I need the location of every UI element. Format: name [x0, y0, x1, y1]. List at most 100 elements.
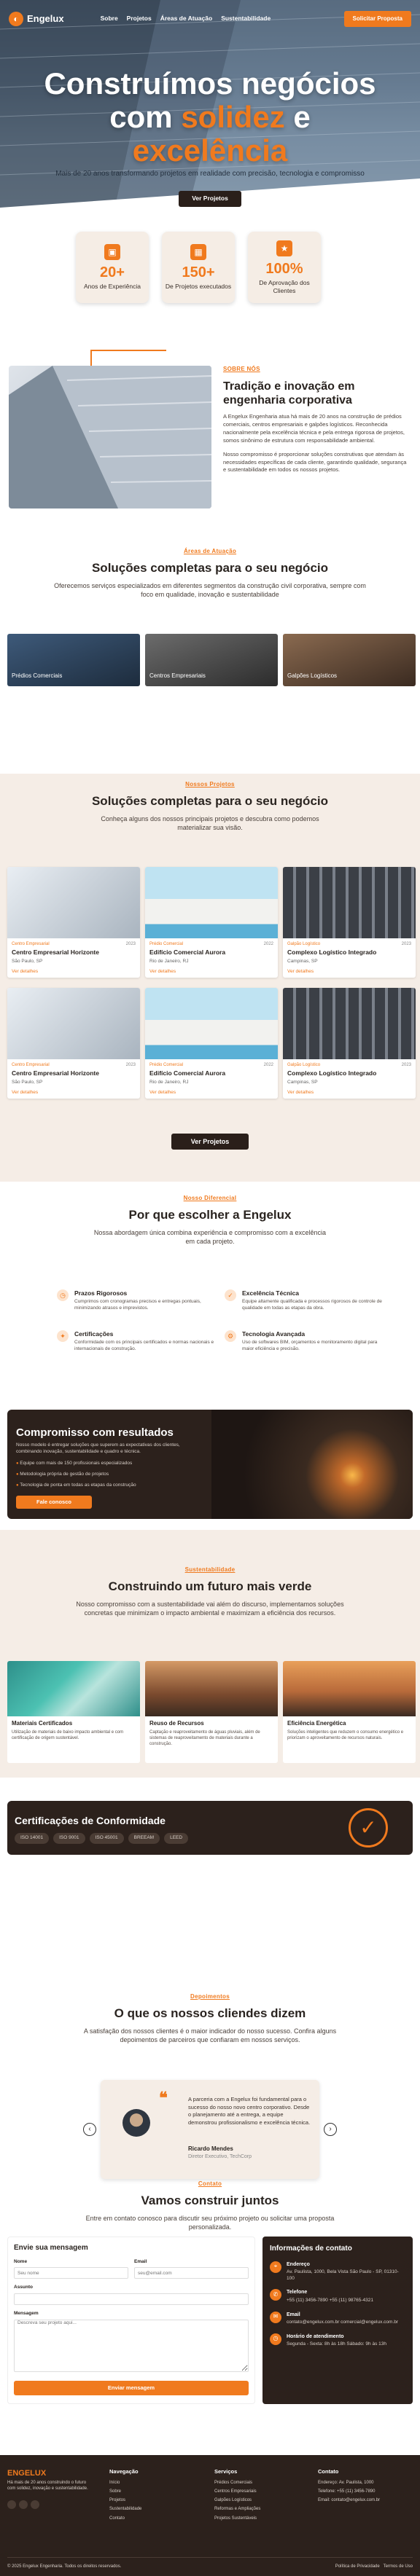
- form-title: Envie sua mensagem: [14, 2244, 88, 2252]
- check-icon: ✓: [225, 1289, 236, 1301]
- projects-grid: Centro Empresarial 2023 Centro Empresaria…: [7, 867, 416, 1099]
- mail-icon: ✉: [270, 2311, 281, 2323]
- list-item: Equipe com mais de 150 profissionais esp…: [16, 1461, 136, 1467]
- project-year: 2023: [125, 1063, 136, 1067]
- footer-link[interactable]: Reformas e Ampliações: [214, 2506, 260, 2512]
- sustainability-cards: Materiais Certificados Utilização de mat…: [7, 1661, 416, 1763]
- project-details-link[interactable]: Ver detalhes: [12, 1090, 136, 1096]
- project-card[interactable]: Centro Empresarial 2023 Centro Empresaria…: [7, 988, 140, 1099]
- contact-title: Vamos construir juntos: [141, 2193, 279, 2207]
- project-card[interactable]: Centro Empresarial 2023 Centro Empresaria…: [7, 867, 140, 978]
- project-year: 2023: [125, 942, 136, 946]
- why-subtitle: Nossa abordagem única combina experiênci…: [93, 1228, 327, 1245]
- footer-link[interactable]: Galpões Logísticos: [214, 2497, 260, 2503]
- project-year: 2023: [401, 1063, 411, 1067]
- areas-eyebrow: Áreas de Atuação: [183, 548, 237, 554]
- email-label: Email: [134, 2258, 147, 2264]
- hero-subtitle: Mais de 20 anos transformando projetos e…: [55, 170, 365, 178]
- footer-col-contact: Contato Endereço: Av. Paulista, 1000 Tel…: [318, 2468, 380, 2506]
- project-details-link[interactable]: Ver detalhes: [12, 969, 136, 975]
- sustainability-card-title: Reuso de Recursos: [149, 1720, 204, 1727]
- instagram-icon[interactable]: [19, 2500, 28, 2509]
- nav-item-sobre[interactable]: Sobre: [101, 15, 118, 23]
- name-input[interactable]: [14, 2267, 128, 2279]
- hero-view-projects-button[interactable]: Ver Projetos: [179, 191, 241, 207]
- prev-arrow-icon[interactable]: ‹: [83, 2123, 96, 2136]
- project-image: [7, 988, 140, 1059]
- contact-us-button[interactable]: Fale conosco: [16, 1496, 92, 1509]
- terms-link[interactable]: Termos de Uso: [384, 2564, 413, 2569]
- privacy-link[interactable]: Política de Privacidade: [335, 2564, 380, 2569]
- areas-list: Prédios Comerciais Centros Empresariais …: [7, 634, 416, 686]
- project-year: 2023: [401, 942, 411, 946]
- project-details-link[interactable]: Ver detalhes: [149, 969, 273, 975]
- name-label: Nome: [14, 2258, 28, 2264]
- project-card[interactable]: Galpão Logístico 2023 Complexo Logístico …: [283, 867, 416, 978]
- project-card[interactable]: Galpão Logístico 2023 Complexo Logístico …: [283, 988, 416, 1099]
- brand-name: Engelux: [27, 13, 64, 25]
- email-input[interactable]: [134, 2267, 249, 2279]
- commitment-banner: Compromisso com resultados Nosso modelo …: [7, 1410, 413, 1519]
- sustainability-eyebrow: Sustentabilidade: [184, 1566, 236, 1573]
- feature-title: Prazos Rigorosos: [74, 1289, 128, 1297]
- certification-tag: BREEAM: [128, 1833, 160, 1844]
- next-arrow-icon[interactable]: ›: [324, 2123, 337, 2136]
- sustainability-card: Materiais Certificados Utilização de mat…: [7, 1661, 140, 1763]
- feature-title: Certificações: [74, 1330, 114, 1338]
- brand-logo[interactable]: ◐ Engelux: [9, 12, 64, 26]
- project-category: Galpão Logístico: [287, 1063, 321, 1067]
- stat-label: Anos de Experiência: [84, 283, 141, 291]
- nav-item-sustentabilidade[interactable]: Sustentabilidade: [221, 15, 271, 23]
- certificate-icon: ✦: [57, 1330, 69, 1342]
- testimonial-quote: A parceria com a Engelux foi fundamental…: [188, 2096, 311, 2126]
- top-nav: ◐ Engelux Sobre Projetos Áreas de Atuaçã…: [0, 0, 420, 38]
- areas-header: Áreas de Atuação Soluções completas para…: [0, 548, 420, 599]
- footer-link[interactable]: Projetos: [109, 2497, 141, 2503]
- project-category: Prédio Comercial: [149, 1063, 184, 1067]
- sustainability-card-text: Utilização de materiais de baixo impacto…: [12, 1729, 124, 1740]
- briefcase-icon: ▣: [104, 244, 120, 261]
- project-details-link[interactable]: Ver detalhes: [287, 969, 411, 975]
- footer-link[interactable]: Início: [109, 2480, 141, 2486]
- project-name: Edifício Comercial Aurora: [149, 1069, 226, 1077]
- facebook-icon[interactable]: [7, 2500, 16, 2509]
- project-details-link[interactable]: Ver detalhes: [287, 1090, 411, 1096]
- feature-item: ◷ Prazos Rigorosos Cumprimos com cronogra…: [57, 1289, 217, 1312]
- footer-link[interactable]: Projetos Sustentáveis: [214, 2516, 260, 2521]
- footer-link[interactable]: Centros Empresariais: [214, 2489, 260, 2494]
- nav-item-projetos[interactable]: Projetos: [127, 15, 152, 23]
- footer-col-navigation: Navegação Início Sobre Projetos Sustenta…: [109, 2468, 141, 2524]
- footer: ENGELUX Há mais de 20 anos construindo o…: [0, 2455, 420, 2576]
- project-card[interactable]: Prédio Comercial 2022 Edifício Comercial …: [145, 867, 278, 978]
- testimonial-card: ❝ A parceria com a Engelux foi fundament…: [101, 2080, 319, 2179]
- view-projects-button[interactable]: Ver Projetos: [171, 1134, 249, 1150]
- message-textarea[interactable]: [14, 2319, 249, 2372]
- linkedin-icon[interactable]: [31, 2500, 39, 2509]
- certifications-title: Certificações de Conformidade: [15, 1815, 166, 1826]
- sustainability-card-text: Soluções inteligentes que reduzem o cons…: [287, 1729, 404, 1740]
- footer-link[interactable]: Prédios Comerciais: [214, 2480, 260, 2486]
- request-proposal-button[interactable]: Solicitar Proposta: [343, 10, 411, 28]
- area-card[interactable]: Prédios Comerciais: [7, 634, 140, 686]
- area-card[interactable]: Centros Empresariais: [145, 634, 278, 686]
- submit-button[interactable]: Enviar mensagem: [14, 2380, 249, 2395]
- check-badge-icon: ✓: [349, 1808, 388, 1847]
- footer-logo[interactable]: ENGELUX: [7, 2468, 46, 2479]
- footer-link[interactable]: Sustentabilidade: [109, 2506, 141, 2512]
- info-heading: Horário de atendimento: [287, 2333, 344, 2339]
- sustainability-card: Eficiência Energética Soluções inteligen…: [283, 1661, 416, 1763]
- nav-item-areas[interactable]: Áreas de Atuação: [160, 15, 213, 23]
- area-card[interactable]: Galpões Logísticos: [283, 634, 416, 686]
- footer-link[interactable]: Sobre: [109, 2489, 141, 2494]
- feature-title: Excelência Técnica: [242, 1289, 299, 1297]
- list-item: Metodologia própria de gestão de projeto…: [16, 1472, 136, 1478]
- why-eyebrow: Nosso Diferencial: [183, 1195, 237, 1201]
- subject-input[interactable]: [14, 2293, 249, 2306]
- project-image: [145, 988, 278, 1059]
- footer-link[interactable]: Contato: [109, 2516, 141, 2521]
- about-text: SOBRE NÓS Tradição e inovação em engenha…: [223, 366, 410, 480]
- footer-bottom: © 2025 Engelux Engenharia. Todos os dire…: [7, 2557, 413, 2569]
- project-card[interactable]: Prédio Comercial 2022 Edifício Comercial …: [145, 988, 278, 1099]
- project-details-link[interactable]: Ver detalhes: [149, 1090, 273, 1096]
- project-image: [145, 867, 278, 938]
